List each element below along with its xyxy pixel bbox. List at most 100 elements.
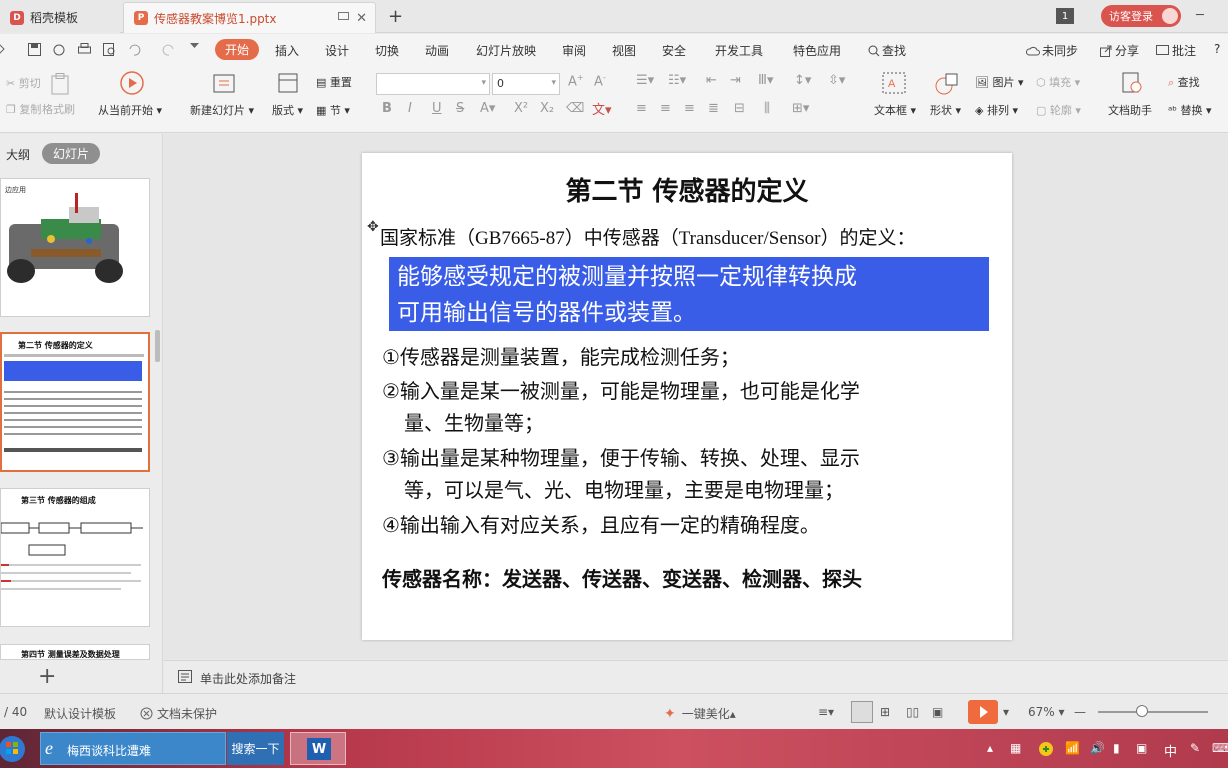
notes-pane[interactable]: 单击此处添加备注	[164, 660, 1228, 693]
clear-format-icon[interactable]: ⌫	[566, 101, 584, 116]
smartart-icon[interactable]: ⊞▾	[792, 101, 809, 116]
network-icon[interactable]: 📶	[1065, 741, 1080, 755]
redo-icon[interactable]	[162, 43, 176, 56]
close-tab-icon[interactable]: ✕	[356, 11, 367, 26]
tab-animation[interactable]: 动画	[425, 42, 449, 59]
distributed-icon[interactable]: ⊟	[734, 101, 745, 116]
sensor-names[interactable]: 传感器名称：发送器、传送器、变送器、检测器、探头	[382, 563, 862, 592]
justify-icon[interactable]: ≣	[708, 101, 719, 116]
help-icon[interactable]: ?	[1214, 42, 1220, 56]
slide-thumbnail-3[interactable]: 第三节 传感器的组成	[0, 488, 150, 627]
undo-icon[interactable]	[128, 43, 142, 56]
notes-toggle-icon[interactable]: ≡▾	[818, 705, 834, 719]
subscript-icon[interactable]: X₂	[540, 101, 554, 116]
font-color-icon[interactable]: A▾	[480, 101, 495, 116]
visitor-login-button[interactable]: 访客登录	[1101, 5, 1181, 27]
panel-scrollbar[interactable]	[155, 330, 160, 362]
search-command[interactable]: 查找	[868, 42, 906, 59]
keyboard-icon[interactable]: ⌨	[1212, 741, 1228, 755]
find-button[interactable]: ⌕ 查找	[1168, 74, 1200, 90]
cut-button[interactable]: ✂ 剪切	[6, 75, 41, 91]
tab-current-document[interactable]: P 传感器教案博览1.pptx ✕	[123, 2, 376, 33]
strikethrough-icon[interactable]: S	[456, 101, 464, 116]
sync-status[interactable]: 未同步	[1026, 42, 1078, 59]
layout-button[interactable]: 版式 ▾	[272, 102, 303, 118]
grow-font-icon[interactable]: A+	[568, 73, 584, 89]
reading-view-icon[interactable]: ▯▯	[906, 705, 919, 719]
zoom-slider[interactable]	[1098, 711, 1208, 713]
tab-developer[interactable]: 开发工具	[715, 42, 763, 59]
standard-definition-line[interactable]: 国家标准（GB7665-87）中传感器（Transducer/Sensor）的定…	[380, 223, 916, 250]
add-slide-button[interactable]: +	[38, 664, 56, 689]
print-icon[interactable]	[78, 43, 92, 56]
comment-button[interactable]: 批注	[1156, 42, 1196, 59]
align-center-icon[interactable]: ≡	[660, 101, 671, 116]
replace-button[interactable]: ᵃᵇ 替换 ▾	[1168, 102, 1212, 118]
point-1[interactable]: ①传感器是测量装置，能完成检测任务；	[382, 341, 1002, 373]
slides-tab[interactable]: 幻灯片	[42, 143, 100, 164]
increase-indent-icon[interactable]: ⇥	[730, 73, 741, 88]
font-size-dropdown[interactable]: 0 ▾	[492, 73, 560, 95]
align-text-icon[interactable]: ⇳▾	[828, 73, 845, 88]
presenter-view-icon[interactable]: ▣	[932, 705, 943, 719]
point-3-line-2[interactable]: 等，可以是气、光、电物理量，主要是电物理量；	[404, 474, 1024, 506]
columns-icon[interactable]: ⫼	[764, 101, 770, 116]
bold-icon[interactable]: B	[382, 101, 392, 116]
point-4[interactable]: ④输出输入有对应关系，且应有一定的精确程度。	[382, 509, 1002, 541]
point-2-line-2[interactable]: 量、生物量等；	[404, 407, 1024, 439]
display-icon[interactable]: ▣	[1136, 741, 1147, 755]
text-direction-icon[interactable]: Ⅲ▾	[758, 73, 774, 88]
outline-tab[interactable]: 大纲	[6, 146, 30, 163]
minimize-icon[interactable]: ─	[1196, 8, 1204, 23]
section-button[interactable]: ▦ 节 ▾	[316, 102, 350, 118]
tab-transition[interactable]: 切换	[375, 42, 399, 59]
shape-button[interactable]: 形状 ▾	[930, 102, 961, 118]
menu-icon[interactable]	[0, 43, 12, 56]
tab-review[interactable]: 审阅	[562, 42, 586, 59]
ie-taskbar-item[interactable]: e 梅西谈科比遭难	[40, 732, 226, 765]
document-helper-button[interactable]: 文档助手	[1108, 102, 1152, 118]
start-orb-icon[interactable]	[0, 732, 30, 765]
format-painter-button[interactable]: 格式刷	[42, 101, 75, 117]
input-pad-icon[interactable]: ✎	[1190, 741, 1200, 755]
tab-design[interactable]: 设计	[325, 42, 349, 59]
show-hidden-icons[interactable]: ▴	[987, 741, 993, 755]
bullets-icon[interactable]: ☰▾	[636, 73, 654, 88]
decrease-indent-icon[interactable]: ⇤	[706, 73, 717, 88]
outline-button[interactable]: ▢ 轮廓 ▾	[1036, 102, 1081, 118]
tab-special-apps[interactable]: 特色应用	[793, 42, 841, 59]
export-icon[interactable]	[53, 43, 67, 56]
one-click-beautify[interactable]: ✦ 一键美化 ▴	[664, 705, 736, 722]
fill-button[interactable]: ⬡ 填充 ▾	[1036, 74, 1080, 90]
security-icon[interactable]	[1038, 741, 1054, 757]
copy-button[interactable]: ❐ 复制	[6, 101, 41, 117]
superscript-icon[interactable]: X²	[514, 101, 528, 116]
zoom-slider-handle[interactable]	[1136, 705, 1148, 717]
new-tab-button[interactable]: +	[388, 6, 403, 27]
underline-icon[interactable]: U	[432, 101, 442, 116]
numbering-icon[interactable]: ☷▾	[668, 73, 686, 88]
design-template[interactable]: 默认设计模板	[44, 705, 116, 722]
tab-start[interactable]: 开始	[215, 39, 259, 60]
zoom-out-icon[interactable]: —	[1074, 705, 1086, 719]
reset-button[interactable]: ▤ 重置	[316, 74, 352, 90]
slide-sorter-icon[interactable]: ⊞	[880, 705, 890, 719]
volume-icon[interactable]: 🔊	[1090, 741, 1105, 755]
normal-view-icon[interactable]	[851, 701, 873, 723]
tab-docer-templates[interactable]: D 稻壳模板	[0, 2, 120, 33]
point-2-line-1[interactable]: ②输入量是某一被测量，可能是物理量，也可能是化学	[382, 375, 1002, 407]
share-button[interactable]: 分享	[1100, 42, 1139, 59]
point-3-line-1[interactable]: ③输出量是某种物理量，便于传输、转换、处理、显示	[382, 442, 1002, 474]
arrange-button[interactable]: ◈ 排列 ▾	[975, 102, 1018, 118]
tab-view[interactable]: 视图	[612, 42, 636, 59]
wps-taskbar-item[interactable]: W	[290, 732, 346, 765]
slide-title[interactable]: 第二节 传感器的定义	[362, 171, 1012, 208]
line-spacing-icon[interactable]: ↕▾	[794, 73, 811, 88]
slide-thumbnail-2[interactable]: 第二节 传感器的定义	[0, 332, 150, 472]
zoom-level[interactable]: 67% ▾	[1028, 705, 1065, 719]
tab-security[interactable]: 安全	[662, 42, 686, 59]
align-left-icon[interactable]: ≡	[636, 101, 647, 116]
customize-icon[interactable]	[190, 43, 204, 56]
print-preview-icon[interactable]	[103, 43, 117, 56]
highlighted-definition[interactable]: 能够感受规定的被测量并按照一定规律转换成 可用输出信号的器件或装置。	[389, 257, 989, 331]
